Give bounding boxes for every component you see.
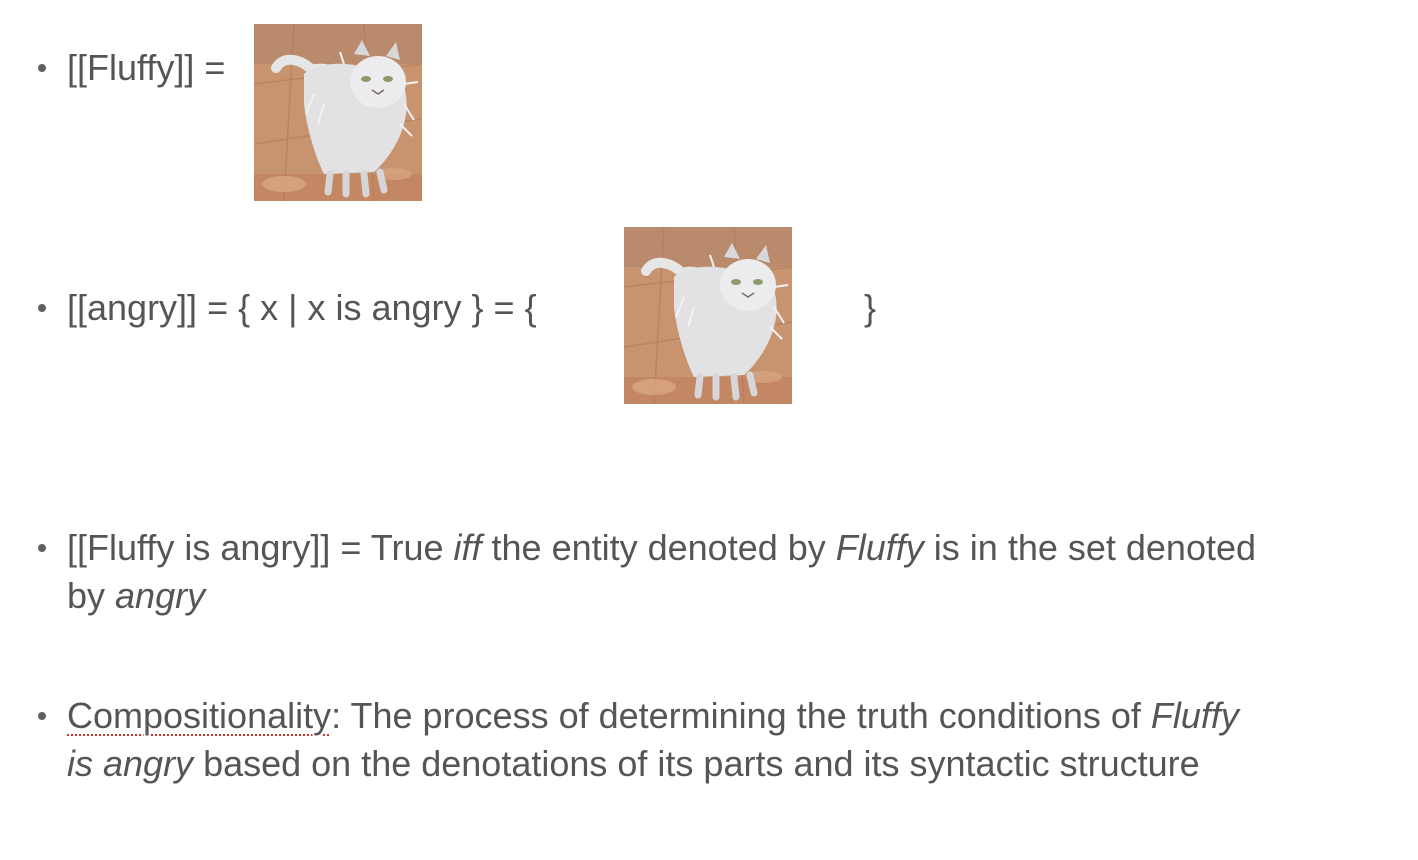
italic-fluffy: Fluffy [835, 527, 924, 568]
wet-angry-cat-photo [254, 24, 422, 201]
bullet-line-1: [[Fluffy is angry]] = True iff the entit… [67, 524, 1256, 572]
bullet-text: [[Fluffy]] = [67, 47, 226, 88]
bullet-line-2: is angry based on the denotations of its… [67, 740, 1200, 788]
italic-iff: iff [453, 527, 482, 568]
closing-brace: } [864, 287, 877, 328]
text-segment: : The process of determining the truth c… [331, 695, 1151, 736]
italic-fluffy: Fluffy [1150, 695, 1239, 736]
bullet-dot [38, 304, 46, 312]
italic-is-angry: is angry [67, 743, 194, 784]
text-segment: [[Fluffy is angry]] = True [67, 527, 454, 568]
bullet-line-2: by angry [67, 572, 205, 620]
bullet-dot [38, 712, 46, 720]
bullet-text: [[angry]] = { x | x is angry } = { [67, 287, 537, 328]
bullet-dot [38, 544, 46, 552]
bullet-dot [38, 64, 46, 72]
text-segment: based on the denotations of its parts an… [193, 743, 1200, 784]
text-segment: the entity denoted by [481, 527, 836, 568]
bullet-line-1: Compositionality: The process of determi… [67, 692, 1239, 740]
text-segment: is in the set denoted [923, 527, 1257, 568]
italic-angry: angry [115, 575, 206, 616]
text-segment: by [67, 575, 116, 616]
spellcheck-term[interactable]: Compositionality [67, 695, 331, 736]
wet-angry-cat-photo [624, 227, 792, 404]
